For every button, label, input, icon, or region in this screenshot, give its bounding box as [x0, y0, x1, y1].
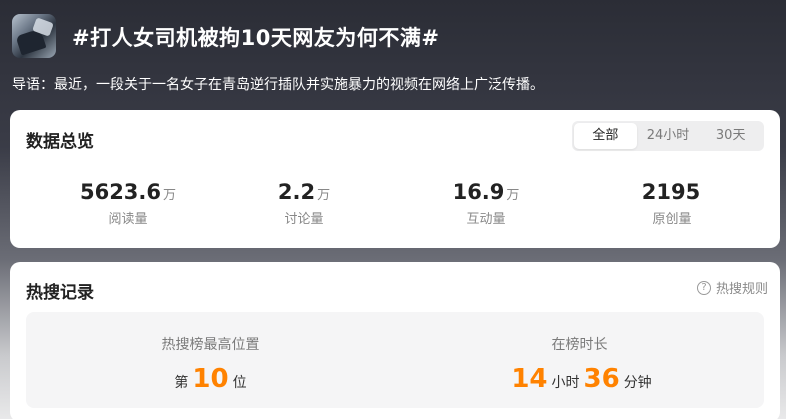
- hot-search-rules-label: 热搜规则: [715, 282, 768, 297]
- stat-reads: 5623.6 万 阅读量: [38, 180, 218, 227]
- hot-search-card: 热搜记录 ? 热搜规则 热搜榜最高位置 第 10 位 在榜时长 14 小时 36 分钟: [10, 262, 780, 419]
- peak-position: 热搜榜最高位置 第 10 位: [26, 312, 395, 408]
- tab-all[interactable]: 全部: [574, 123, 637, 149]
- stat-originals-label: 原创量: [652, 212, 692, 227]
- hot-search-rules-link[interactable]: ? 热搜规则: [696, 278, 768, 297]
- hot-search-panel: 热搜榜最高位置 第 10 位 在榜时长 14 小时 36 分钟: [26, 312, 764, 408]
- peak-position-value: 10: [192, 364, 229, 394]
- stat-discussions: 2.2 万 讨论量: [214, 180, 394, 227]
- stat-originals-value: 2195: [641, 180, 701, 204]
- topic-header: #打人女司机被拘10天网友为何不满#: [0, 0, 786, 72]
- topic-thumbnail: [12, 14, 56, 58]
- stat-discussions-value: 2.2: [277, 180, 316, 204]
- tab-24h[interactable]: 24小时: [637, 123, 700, 149]
- on-list-duration: 在榜时长 14 小时 36 分钟: [395, 312, 764, 408]
- duration-hours-unit: 小时: [551, 375, 580, 391]
- overview-title: 数据总览: [26, 132, 94, 152]
- duration-label: 在榜时长: [551, 337, 608, 353]
- stat-interactions-value: 16.9: [452, 180, 505, 204]
- stat-reads-label: 阅读量: [108, 212, 148, 227]
- stat-interactions-unit: 万: [506, 188, 520, 203]
- hot-search-title: 热搜记录: [26, 283, 94, 303]
- stat-interactions: 16.9 万 互动量: [396, 180, 576, 227]
- stat-reads-value: 5623.6: [79, 180, 162, 204]
- peak-position-prefix: 第: [174, 375, 189, 391]
- question-icon: ?: [696, 280, 711, 295]
- topic-intro: 导语：最近，一段关于一名女子在青岛逆行插队并实施暴力的视频在网络上广泛传播。: [12, 77, 544, 93]
- stat-discussions-label: 讨论量: [284, 212, 324, 227]
- tab-30d[interactable]: 30天: [699, 123, 762, 149]
- topic-title: #打人女司机被拘10天网友为何不满#: [72, 26, 440, 50]
- data-overview-card: 数据总览 全部 24小时 30天 5623.6 万 阅读量 2.2 万 讨论量 16…: [10, 110, 780, 248]
- overview-stats: 5623.6 万 阅读量 2.2 万 讨论量 16.9 万 互动量 2195 原创量: [10, 180, 780, 230]
- stat-reads-unit: 万: [163, 188, 177, 203]
- stat-originals: 2195 原创量: [582, 180, 762, 227]
- time-range-tabs: 全部 24小时 30天: [572, 121, 764, 151]
- duration-minutes-unit: 分钟: [623, 375, 652, 391]
- peak-position-suffix: 位: [232, 375, 247, 391]
- stat-interactions-label: 互动量: [466, 212, 506, 227]
- peak-position-label: 热搜榜最高位置: [161, 337, 260, 353]
- stat-discussions-unit: 万: [317, 188, 331, 203]
- duration-minutes-value: 36: [583, 364, 620, 394]
- duration-hours-value: 14: [511, 364, 548, 394]
